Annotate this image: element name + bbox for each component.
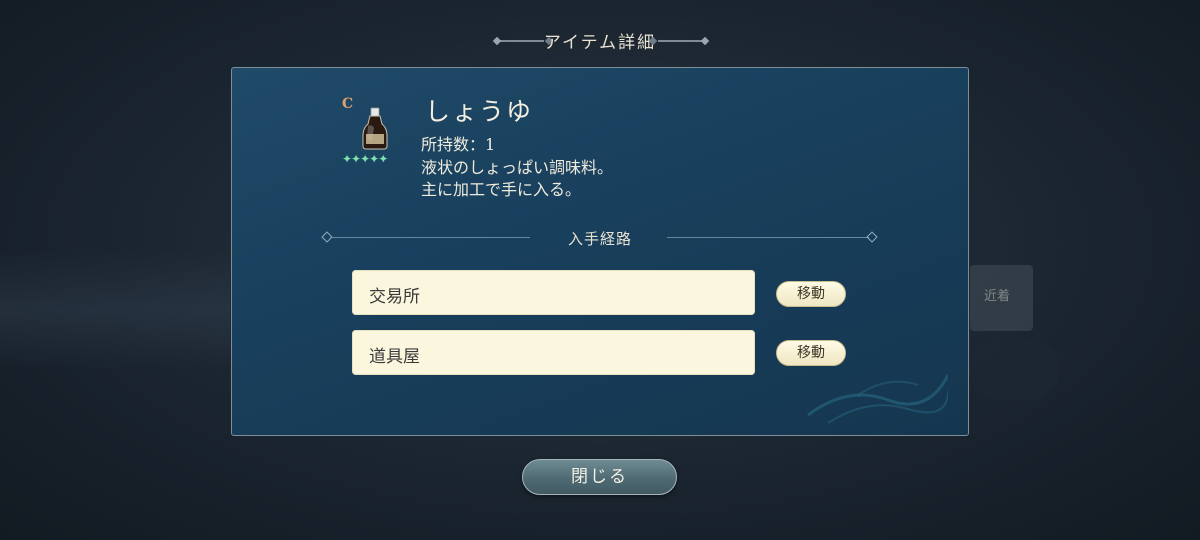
section-line-right (667, 237, 869, 238)
acquisition-header: 入手経路 (567, 230, 632, 248)
item-description-line-2: 主に加工で手に入る。 (421, 180, 582, 199)
route-label: 道具屋 (369, 347, 420, 367)
background-blurred-button-label: 近着 (984, 289, 1011, 304)
item-icon: C ✦✦✦✦✦ (342, 96, 406, 166)
rarity-mark: C (342, 96, 354, 112)
item-description: 液状のしょっぱい調味料。 主に加工で手に入る。 (421, 157, 613, 201)
item-name: しょうゆ (425, 97, 534, 126)
title-ornament-right (658, 40, 708, 42)
background-blurred-button: 近着 (970, 265, 1033, 331)
rarity-stars: ✦✦✦✦✦ (342, 152, 388, 166)
item-count: 所持数：1 (421, 135, 496, 154)
route-row-item-shop: 道具屋 (352, 330, 755, 375)
item-description-line-1: 液状のしょっぱい調味料。 (421, 158, 614, 177)
route-row-trading-post: 交易所 (352, 270, 755, 315)
dialog-title: アイテム詳細 (543, 33, 657, 53)
background-blur-left (0, 250, 230, 370)
move-button-item-shop[interactable]: 移動 (776, 340, 846, 366)
move-button-trading-post[interactable]: 移動 (776, 281, 846, 307)
close-button[interactable]: 閉じる (522, 459, 677, 495)
background-shape (970, 340, 1060, 400)
route-label: 交易所 (369, 287, 420, 307)
soy-sauce-bottle-icon (362, 107, 388, 150)
